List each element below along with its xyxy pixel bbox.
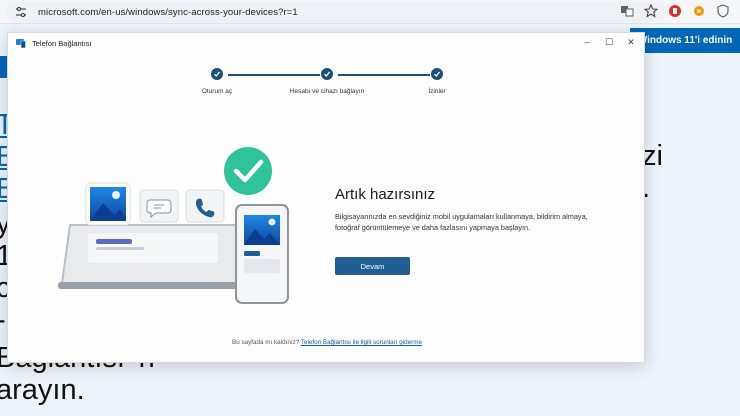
phone-icon: [235, 204, 289, 304]
step-check-icon: [321, 68, 333, 80]
site-settings-icon[interactable]: [14, 5, 28, 19]
step-label: Hesabı ve cihazı bağlayın: [289, 88, 365, 95]
translate-icon[interactable]: [620, 4, 634, 18]
continue-button[interactable]: Devam: [335, 257, 410, 275]
step-link-account: Hesabı ve cihazı bağlayın: [277, 65, 377, 95]
maximize-button[interactable]: ☐: [602, 36, 616, 48]
step-check-icon: [431, 68, 443, 80]
help-footer: Bu sayfada mı kaldınız? Telefon Bağlantı…: [8, 339, 646, 346]
laptop-icon: [58, 224, 258, 289]
troubleshoot-link[interactable]: Telefon Bağlantısı ile ilgili sorunları …: [301, 339, 422, 346]
description-text: Bilgisayarınızda en sevdiğiniz mobil uyg…: [335, 212, 588, 232]
photo-card-icon: [85, 182, 131, 226]
step-label: Oturum aç: [201, 88, 233, 95]
background-text-fragment: -: [0, 305, 6, 335]
step-label: İzinler: [428, 88, 446, 95]
bookmark-star-icon[interactable]: [644, 4, 658, 18]
browser-toolbar: microsoft.com/en-us/windows/sync-across-…: [0, 0, 740, 24]
devices-illustration: [58, 147, 289, 304]
get-windows-11-button[interactable]: Windows 11'i edinin: [630, 28, 740, 53]
address-bar[interactable]: microsoft.com/en-us/windows/sync-across-…: [6, 2, 666, 22]
extension-red-icon[interactable]: [668, 4, 682, 18]
extension-shield-icon[interactable]: [716, 4, 730, 18]
window-title: Telefon Bağlantısı: [32, 38, 92, 48]
message-card-icon: [139, 189, 179, 223]
footer-text: Bu sayfada mı kaldınız?: [232, 339, 300, 346]
phone-link-app-icon: [16, 39, 26, 48]
extension-orange-icon[interactable]: [692, 4, 706, 18]
step-permissions: İzinler: [387, 65, 487, 95]
phone-call-card-icon: [185, 189, 225, 223]
phone-link-window: Telefon Bağlantısı – ☐ ✕ Oturum aç Hesab…: [7, 32, 645, 363]
window-titlebar[interactable]: Telefon Bağlantısı – ☐ ✕: [8, 33, 644, 53]
page-heading: Artık hazırsınız: [335, 186, 436, 203]
close-button[interactable]: ✕: [624, 36, 638, 48]
step-check-icon: [211, 68, 223, 80]
minimize-button[interactable]: –: [580, 36, 594, 48]
setup-stepper: Oturum aç Hesabı ve cihazı bağlayın İzin…: [8, 65, 646, 105]
background-text-line: arayın.: [0, 374, 85, 406]
url-text[interactable]: microsoft.com/en-us/windows/sync-across-…: [38, 7, 298, 18]
background-text-fragment: zi: [642, 140, 663, 172]
success-check-icon: [224, 147, 272, 195]
step-sign-in: Oturum aç: [167, 65, 267, 95]
